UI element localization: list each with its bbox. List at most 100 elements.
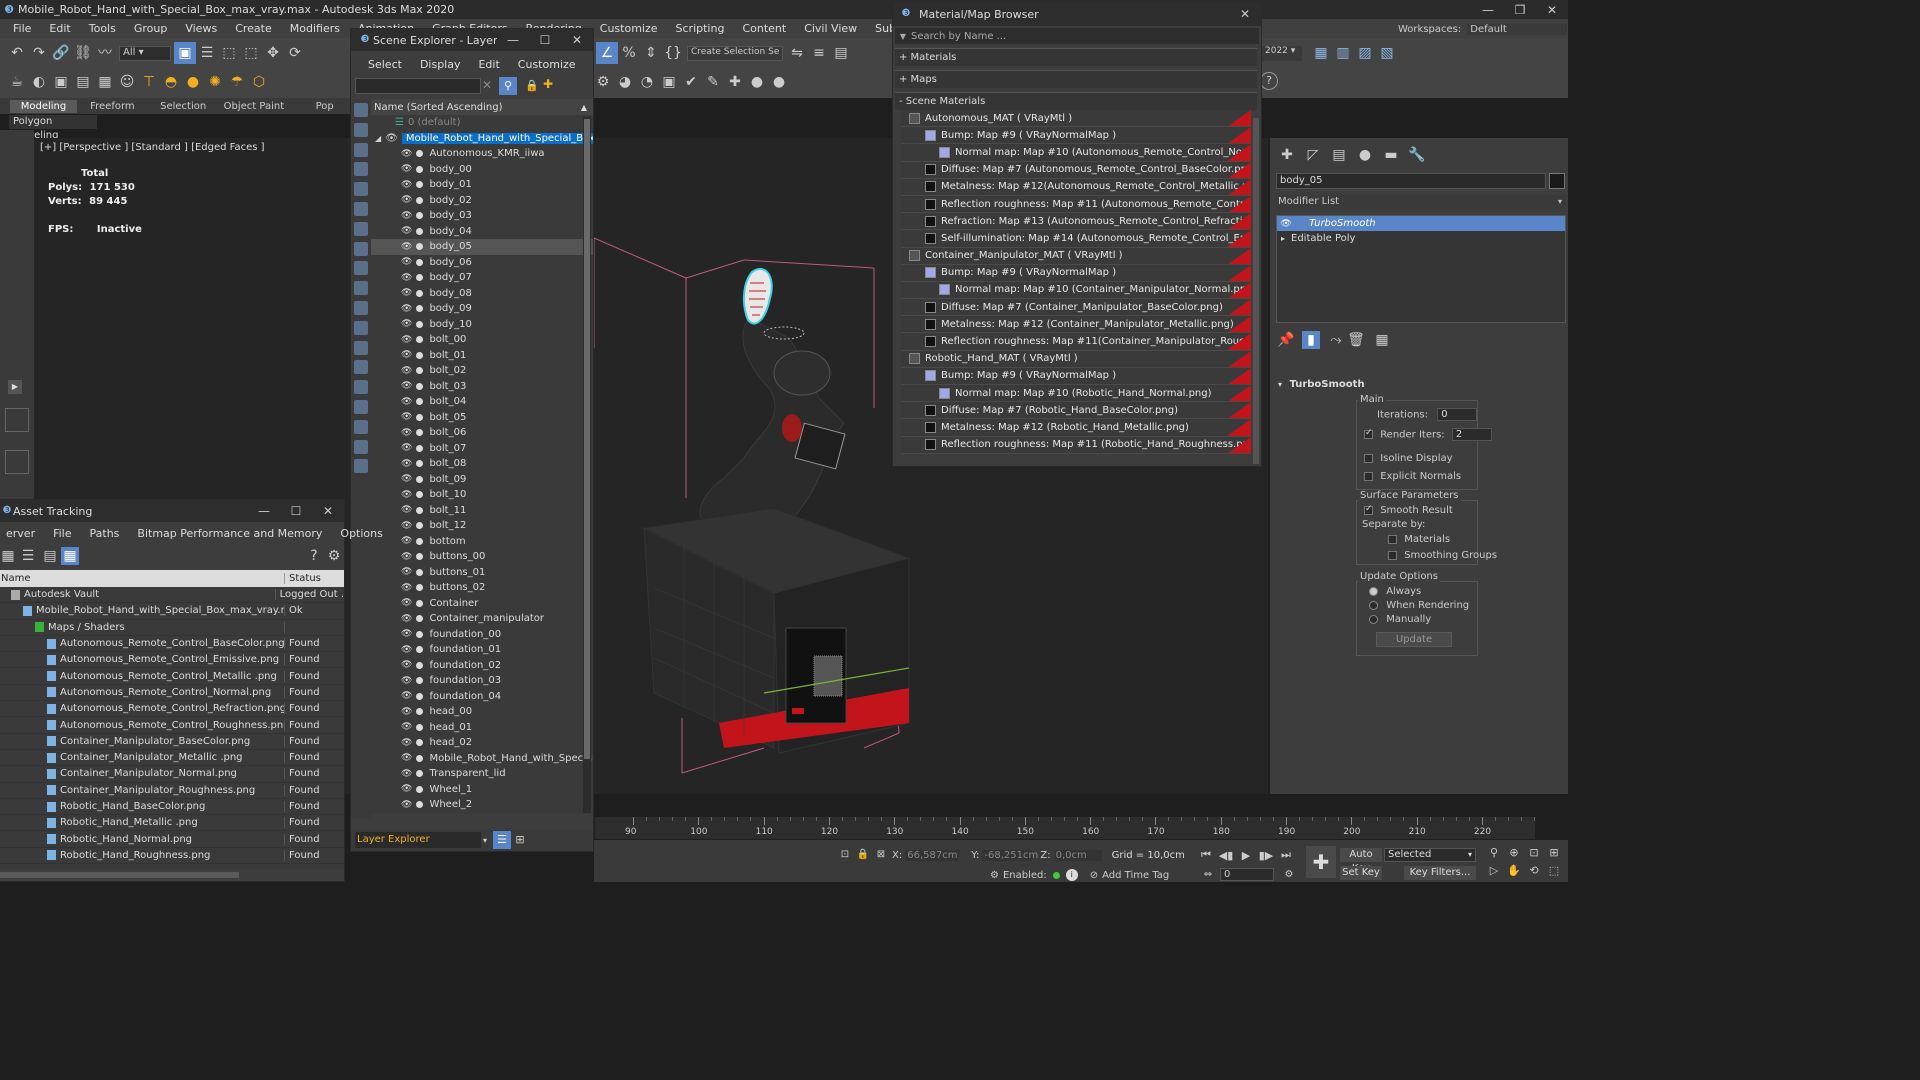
at-help-icon[interactable]: ? <box>304 545 324 567</box>
asset-row[interactable]: Robotic_Hand_Normal.png Found <box>0 831 344 848</box>
at-maximize-icon[interactable]: ☐ <box>280 504 312 518</box>
workspaces-select[interactable]: Default <box>1467 23 1568 35</box>
set-key-button[interactable]: Set Key <box>1340 866 1382 880</box>
mirror-icon[interactable]: ⇋ <box>786 42 808 64</box>
window-crossing-icon[interactable]: ⬚ <box>240 42 262 64</box>
render-dot-icon[interactable] <box>416 537 424 545</box>
material-browser-title-bar[interactable]: ❸ Material/Map Browser ✕ <box>893 2 1261 26</box>
eye-icon[interactable]: 👁 <box>401 443 412 453</box>
teapot-icon[interactable]: ☕ <box>6 71 28 93</box>
align-icon[interactable]: ≡ <box>808 42 830 64</box>
render-iterative-icon[interactable]: ▧ <box>1376 42 1398 64</box>
se-menu-select[interactable]: Select <box>359 58 411 71</box>
set-key-big-icon[interactable]: ✚ <box>1306 846 1336 878</box>
se-object-row[interactable]: 👁 Mobile_Robot_Hand_with_Special_Box <box>371 751 593 767</box>
lamp-icon[interactable]: ⊤ <box>138 71 160 93</box>
help-icon[interactable]: ? <box>1260 72 1278 90</box>
asset-row[interactable]: Maps / Shaders <box>0 620 344 636</box>
next-frame-icon[interactable]: ▮▶ <box>1256 849 1276 862</box>
se-menu-edit[interactable]: Edit <box>469 58 508 71</box>
mb-item-row[interactable]: Reflection roughness: Map #11 (Autonomou… <box>901 195 1251 214</box>
isolate-icon[interactable]: ⊡ <box>836 848 854 862</box>
eye-icon[interactable]: 👁 <box>401 149 412 159</box>
se-object-row[interactable]: 👁 bolt_09 <box>371 472 593 488</box>
se-object-row[interactable]: 👁 bolt_02 <box>371 363 593 379</box>
layer-manager-icon[interactable]: ▤ <box>830 42 852 64</box>
se-object-row[interactable]: 👁 buttons_02 <box>371 580 593 596</box>
render-dot-icon[interactable] <box>416 398 424 406</box>
modify-tab-icon[interactable]: ◸ <box>1302 144 1324 166</box>
se-object-row[interactable]: 👁 bolt_12 <box>371 518 593 534</box>
se-object-row[interactable]: 👁 Wheel_1 <box>371 782 593 798</box>
at-menu-file[interactable]: File <box>44 527 80 540</box>
render-iters-checkbox[interactable] <box>1364 428 1373 439</box>
eye-icon[interactable]: 👁 <box>401 381 412 391</box>
fov-icon[interactable]: ▷ <box>1484 864 1504 882</box>
se-object-row[interactable]: 👁 body_04 <box>371 224 593 240</box>
container-icon[interactable]: ▤ <box>72 71 94 93</box>
se-object-row[interactable]: 👁 body_01 <box>371 177 593 193</box>
vray-dot2-icon[interactable]: ● <box>768 71 790 93</box>
se-lock-icon[interactable]: 🔒 <box>525 79 539 92</box>
vray-lights-icon[interactable]: ◕ <box>614 71 636 93</box>
se-object-row[interactable]: 👁 Container <box>371 596 593 612</box>
asset-row[interactable]: Autonomous_Remote_Control_Metallic .png F… <box>0 668 344 685</box>
render-dot-icon[interactable] <box>416 584 424 592</box>
filter-2-icon[interactable] <box>354 439 368 454</box>
filter-icon[interactable] <box>354 419 368 434</box>
goto-start-icon[interactable]: ⏮ <box>1196 848 1216 862</box>
render-dot-icon[interactable] <box>416 382 424 390</box>
se-root-row[interactable]: ◢ 👁 Mobile_Robot_Hand_with_Special_Box <box>371 131 593 147</box>
ribbon-tab-object-paint[interactable]: Object Paint <box>219 100 290 113</box>
eye-icon[interactable]: 👁 <box>401 536 412 546</box>
menu-file[interactable]: File <box>4 22 40 35</box>
se-object-row[interactable]: 👁 Transparent_lid <box>371 766 593 782</box>
group-icon[interactable]: ▦ <box>94 71 116 93</box>
asset-row[interactable]: Robotic_Hand_Metallic .png Found <box>0 815 344 832</box>
create-selection-set-dropdown[interactable]: Create Selection Se ▾ <box>687 45 783 61</box>
rollout-title[interactable]: ▾ TurboSmooth <box>1278 379 1365 390</box>
menu-customize[interactable]: Customize <box>591 22 667 35</box>
render-dot-icon[interactable] <box>416 289 424 297</box>
eye-icon[interactable]: 👁 <box>401 288 412 298</box>
mb-item-row[interactable]: Container_Manipulator_MAT ( VRayMtl ) <box>901 247 1251 265</box>
object-name-field[interactable]: body_05 <box>1276 173 1546 189</box>
at-grid-icon[interactable]: ▦ <box>61 547 79 565</box>
col-status-header[interactable]: Status <box>285 573 321 584</box>
remove-modifier-icon[interactable]: 🗑 <box>1346 329 1366 351</box>
ribbon-tab-selection[interactable]: Selection <box>148 100 219 113</box>
se-close-icon[interactable]: ✕ <box>561 33 593 47</box>
se-minimize-icon[interactable]: — <box>497 33 529 47</box>
se-object-row[interactable]: 👁 buttons_00 <box>371 549 593 565</box>
eye-icon[interactable]: 👁 <box>401 474 412 484</box>
eye-icon[interactable]: 👁 <box>401 660 412 670</box>
goto-end-icon[interactable]: ⏭ <box>1276 848 1296 862</box>
render-dot-icon[interactable] <box>416 320 424 328</box>
asset-row[interactable]: Autonomous_Remote_Control_Roughness.png F… <box>0 717 344 734</box>
hierarchy-tab-icon[interactable]: ▤ <box>1328 144 1350 166</box>
eye-icon[interactable]: 👁 <box>401 195 412 205</box>
vray-proxy-icon[interactable]: ▣ <box>658 71 680 93</box>
mb-item-row[interactable]: Bump: Map #9 ( VRayNormalMap ) <box>901 127 1251 145</box>
eye-icon[interactable]: 👁 <box>401 335 412 345</box>
close-icon[interactable]: ✕ <box>1536 3 1568 17</box>
se-object-row[interactable]: 👁 Wheel_2 <box>371 797 593 813</box>
eye-icon[interactable]: 👁 <box>401 412 412 422</box>
asset-row[interactable]: Container_Manipulator_Metallic .png Found <box>0 750 344 767</box>
render-dot-icon[interactable] <box>416 491 424 499</box>
explicit-checkbox[interactable] <box>1364 471 1373 481</box>
layout-tab-2[interactable] <box>5 450 29 474</box>
asset-tracking-title-bar[interactable]: ❸ Asset Tracking — ☐ ✕ <box>0 500 344 522</box>
asset-row[interactable]: Robotic_Hand_Roughness.png Found <box>0 848 344 865</box>
select-by-name-icon[interactable]: ☰ <box>196 42 218 64</box>
menu-group[interactable]: Group <box>125 22 177 35</box>
display-frozen-icon[interactable] <box>354 320 368 335</box>
menu-scripting[interactable]: Scripting <box>667 22 734 35</box>
menu-civil-view[interactable]: Civil View <box>795 22 866 35</box>
se-object-row[interactable]: 👁 body_08 <box>371 286 593 302</box>
eye-icon[interactable]: 👁 <box>401 800 412 810</box>
expand-arrow-icon[interactable]: ▶ <box>8 380 22 394</box>
key-mode-icon[interactable]: ⇔ <box>1200 869 1216 880</box>
stack-item-turbosmooth[interactable]: 👁 TurboSmooth <box>1277 216 1565 231</box>
at-menu-bitmap-performance-and-memory[interactable]: Bitmap Performance and Memory <box>128 527 331 540</box>
